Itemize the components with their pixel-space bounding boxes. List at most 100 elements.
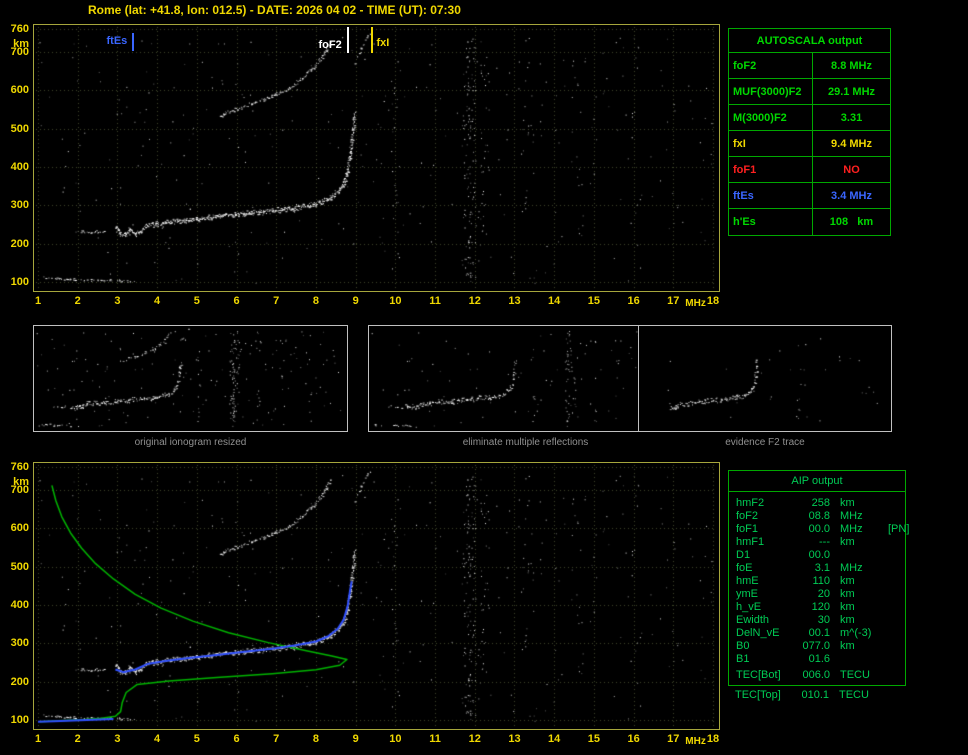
param-value: 9.4 MHz bbox=[831, 138, 872, 150]
y-tick-label: 600 bbox=[10, 522, 29, 535]
param-value: 30 bbox=[817, 614, 830, 626]
param-value: 3.31 bbox=[840, 112, 863, 124]
marker-fof2-line bbox=[346, 27, 349, 53]
param-name: h_vE bbox=[736, 601, 762, 613]
ionogram-chart: 760 700 600 500 400 300 200 100 km 1 2 3 4 5 6 7 8 9 10 11 1… bbox=[11, 23, 720, 309]
x-tick-label: 8 bbox=[312, 733, 319, 745]
y-tick-label: 300 bbox=[10, 637, 29, 650]
autoscala-row: foF1 NO bbox=[729, 157, 890, 183]
thumbnail-f2-trace-caption: evidence F2 trace bbox=[725, 437, 805, 448]
thumbnail-no-multiples-caption: eliminate multiple reflections bbox=[462, 437, 589, 448]
aip-row: TEC[Top] 010.1 TECU bbox=[735, 689, 906, 702]
param-extra bbox=[882, 575, 903, 588]
thumbnail-no-multiples bbox=[368, 325, 683, 432]
aip-row: hmE 110 km bbox=[736, 575, 903, 588]
aip-row: foF1 00.0 MHz [PN] bbox=[736, 523, 909, 536]
param-extra bbox=[882, 669, 903, 682]
param-unit: MHz bbox=[840, 523, 863, 535]
marker-fxi-line bbox=[370, 27, 373, 53]
param-extra bbox=[882, 510, 903, 523]
param-extra bbox=[882, 653, 903, 666]
param-unit bbox=[830, 549, 882, 562]
param-name: hmE bbox=[736, 575, 759, 587]
x-tick-label: 16 bbox=[627, 733, 640, 745]
param-value: 3.4 MHz bbox=[831, 190, 872, 202]
param-value: 077.0 bbox=[802, 640, 830, 652]
param-extra: [PN] bbox=[888, 523, 910, 535]
param-value: 010.1 bbox=[801, 689, 829, 701]
profile-chart: 760 700 600 500 400 300 200 100 km 1 2 3 4 5 6 7 8 9 10 11 1… bbox=[11, 461, 720, 747]
param-value: 006.0 bbox=[802, 669, 830, 681]
param-value: 108 km bbox=[829, 216, 874, 228]
x-tick-label: 9 bbox=[352, 295, 359, 307]
aip-row: ymE 20 km bbox=[736, 588, 903, 601]
param-name: foF1 bbox=[729, 157, 813, 182]
x-tick-label: 6 bbox=[233, 733, 240, 745]
param-unit: TECU bbox=[839, 689, 869, 701]
x-tick-label: 3 bbox=[114, 733, 121, 745]
param-name: TEC[Bot] bbox=[736, 669, 781, 681]
param-name: TEC[Top] bbox=[735, 689, 781, 701]
thumbnail-f2-trace-canvas bbox=[639, 326, 891, 431]
aip-table-rows: hmF2 258 km foF2 08.8 MHz foF1 00.0 MHz [PN] hmF1 -… bbox=[729, 492, 909, 685]
y-axis-unit: km bbox=[13, 38, 29, 50]
param-value: NO bbox=[843, 164, 860, 176]
aip-panel-title: AIP output bbox=[729, 471, 905, 492]
param-name: hmF1 bbox=[736, 536, 765, 548]
thumbnail-f2-trace bbox=[638, 325, 892, 432]
param-extra bbox=[882, 614, 903, 627]
param-value: 00.1 bbox=[808, 627, 830, 639]
param-value: 20 bbox=[817, 588, 830, 600]
aip-row: Ewidth 30 km bbox=[736, 614, 903, 627]
param-extra bbox=[882, 627, 903, 640]
param-unit: m^(-3) bbox=[840, 627, 872, 639]
thumbnail-no-multiples-canvas bbox=[369, 326, 682, 431]
param-name: Ewidth bbox=[736, 614, 770, 626]
autoscala-row: foF2 8.8 MHz bbox=[729, 53, 890, 79]
param-extra bbox=[882, 601, 903, 614]
x-tick-label: 15 bbox=[587, 733, 600, 745]
param-value: 258 bbox=[811, 497, 830, 509]
x-tick-label: 12 bbox=[468, 733, 481, 745]
thumbnail-original bbox=[33, 325, 348, 432]
autoscala-table-rows: foF2 8.8 MHz MUF(3000)F2 29.1 MHz M(3000)F2 3… bbox=[729, 53, 890, 235]
param-value: 00.0 bbox=[808, 549, 830, 561]
param-unit: km bbox=[840, 536, 855, 548]
param-value: 08.8 bbox=[808, 510, 830, 522]
aip-panel: AIP output hmF2 258 km foF2 08.8 MHz foF1 00.0 M… bbox=[728, 470, 909, 686]
x-tick-label: 13 bbox=[508, 733, 521, 745]
param-value: 00.0 bbox=[808, 523, 830, 535]
autoscala-row: MUF(3000)F2 29.1 MHz bbox=[729, 79, 890, 105]
marker-fxi-label: fxI bbox=[376, 37, 390, 49]
y-tick-label: 600 bbox=[10, 84, 29, 97]
x-tick-label: 14 bbox=[548, 733, 561, 745]
aip-row: DelN_vE 00.1 m^(-3) bbox=[736, 627, 903, 640]
param-extra bbox=[882, 549, 903, 562]
x-tick-label: 17 bbox=[667, 733, 680, 745]
param-name: foF2 bbox=[736, 510, 759, 522]
param-value: 120 bbox=[811, 601, 830, 613]
param-value: 3.1 bbox=[814, 562, 830, 574]
param-unit: TECU bbox=[840, 669, 870, 681]
marker-ftes-label: ftEs bbox=[106, 35, 128, 47]
aip-row: foE 3.1 MHz bbox=[736, 562, 903, 575]
x-tick-label: 1 bbox=[34, 295, 42, 307]
y-tick-label: 200 bbox=[10, 675, 29, 688]
x-tick-label: 14 bbox=[548, 295, 561, 307]
x-tick-label: 6 bbox=[233, 295, 240, 307]
x-axis-unit: MHz bbox=[685, 298, 706, 309]
y-tick-label: 500 bbox=[10, 560, 29, 573]
param-name: M(3000)F2 bbox=[729, 105, 813, 130]
autoscala-row: M(3000)F2 3.31 bbox=[729, 105, 890, 131]
y-tick-label: 300 bbox=[10, 199, 29, 212]
param-extra bbox=[882, 588, 903, 601]
header-title: Rome (lat: +41.8, lon: 012.5) - DATE: 20… bbox=[88, 3, 461, 17]
y-tick-label: 400 bbox=[10, 161, 29, 174]
marker-ftes-line bbox=[132, 33, 135, 51]
param-name: foF2 bbox=[729, 53, 813, 78]
param-name: foE bbox=[736, 562, 753, 574]
param-unit bbox=[830, 653, 882, 666]
param-unit: km bbox=[840, 601, 855, 613]
x-tick-label: 2 bbox=[74, 733, 81, 745]
param-unit: km bbox=[840, 640, 855, 652]
